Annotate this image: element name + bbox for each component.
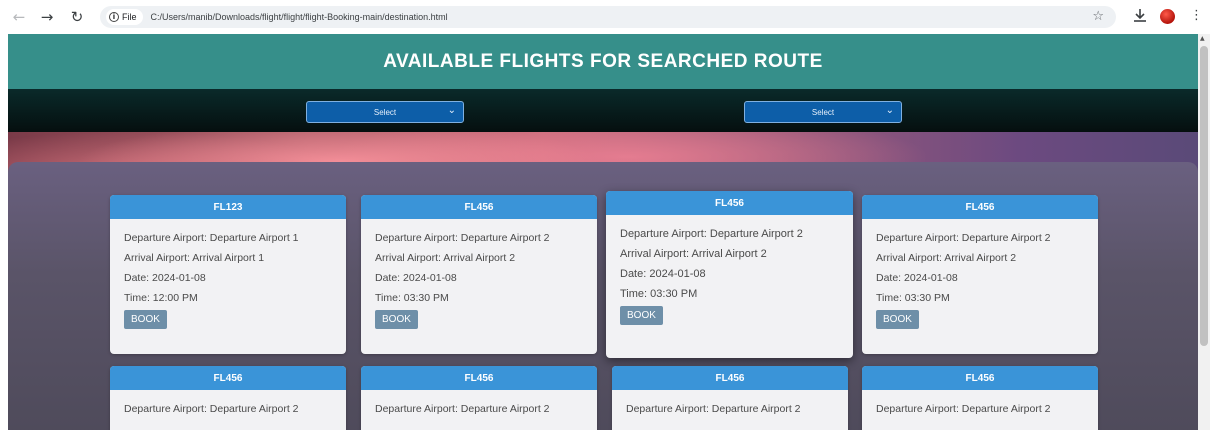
- flight-date: Date: 2024-01-08: [124, 272, 206, 284]
- flight-code: FL456: [862, 195, 1098, 219]
- flight-code: FL456: [862, 366, 1098, 390]
- flight-code: FL456: [606, 191, 853, 215]
- flight-card: FL456 Departure Airport: Departure Airpo…: [110, 366, 346, 430]
- flight-card: FL456 Departure Airport: Departure Airpo…: [361, 366, 597, 430]
- chevron-down-icon: ⌄: [447, 105, 456, 116]
- flight-code: FL456: [361, 195, 597, 219]
- kebab-menu-icon[interactable]: ⋮: [1190, 8, 1203, 23]
- departure-airport: Departure Airport: Departure Airport 2: [375, 403, 550, 415]
- forward-arrow-icon[interactable]: →: [36, 6, 58, 28]
- chevron-down-icon: ⌄: [885, 105, 894, 116]
- profile-icon[interactable]: [1160, 9, 1175, 24]
- flight-date: Date: 2024-01-08: [876, 272, 958, 284]
- back-arrow-icon[interactable]: ←: [8, 6, 30, 28]
- browser-toolbar: ← → ↻ i File C:/Users/manib/Downloads/fl…: [0, 0, 1210, 34]
- departure-airport: Departure Airport: Departure Airport 2: [375, 232, 550, 244]
- from-select[interactable]: Select ⌄: [306, 101, 464, 123]
- departure-airport: Departure Airport: Departure Airport 2: [876, 232, 1051, 244]
- book-button[interactable]: BOOK: [620, 306, 663, 325]
- departure-airport: Departure Airport: Departure Airport 2: [876, 403, 1051, 415]
- flight-card: FL456 Departure Airport: Departure Airpo…: [612, 366, 848, 430]
- flight-date: Date: 2024-01-08: [620, 268, 706, 280]
- flight-card: FL456 Departure Airport: Departure Airpo…: [606, 191, 853, 358]
- departure-airport: Departure Airport: Departure Airport 2: [626, 403, 801, 415]
- info-icon: i: [109, 12, 119, 22]
- scroll-thumb[interactable]: [1200, 46, 1208, 346]
- arrival-airport: Arrival Airport: Arrival Airport 1: [124, 252, 265, 264]
- scroll-up-arrow-icon[interactable]: ▲: [1200, 35, 1205, 42]
- departure-airport: Departure Airport: Departure Airport 2: [620, 228, 803, 240]
- to-select[interactable]: Select ⌄: [744, 101, 902, 123]
- flight-code: FL123: [110, 195, 346, 219]
- arrival-airport: Arrival Airport: Arrival Airport 2: [620, 248, 767, 260]
- page-viewport: AVAILABLE FLIGHTS FOR SEARCHED ROUTE Sel…: [8, 34, 1198, 430]
- book-button[interactable]: BOOK: [876, 310, 919, 329]
- site-chip-label: File: [122, 12, 137, 22]
- flight-code: FL456: [612, 366, 848, 390]
- departure-airport: Departure Airport: Departure Airport 2: [124, 403, 299, 415]
- flight-card: FL456 Departure Airport: Departure Airpo…: [361, 195, 597, 354]
- reload-icon[interactable]: ↻: [66, 6, 88, 28]
- page-title: AVAILABLE FLIGHTS FOR SEARCHED ROUTE: [383, 50, 823, 72]
- star-icon[interactable]: ☆: [1092, 9, 1104, 24]
- flight-card: FL456 Departure Airport: Departure Airpo…: [862, 366, 1098, 430]
- book-button[interactable]: BOOK: [124, 310, 167, 329]
- flight-card: FL123 Departure Airport: Departure Airpo…: [110, 195, 346, 354]
- from-select-value: Select: [373, 107, 397, 117]
- download-icon[interactable]: [1133, 8, 1147, 24]
- departure-airport: Departure Airport: Departure Airport 1: [124, 232, 299, 244]
- page-header: AVAILABLE FLIGHTS FOR SEARCHED ROUTE: [8, 34, 1198, 89]
- flight-time: Time: 03:30 PM: [876, 292, 950, 304]
- flight-card: FL456 Departure Airport: Departure Airpo…: [862, 195, 1098, 354]
- flight-time: Time: 03:30 PM: [375, 292, 449, 304]
- arrival-airport: Arrival Airport: Arrival Airport 2: [876, 252, 1017, 264]
- flight-code: FL456: [361, 366, 597, 390]
- flight-time: Time: 12:00 PM: [124, 292, 198, 304]
- arrival-airport: Arrival Airport: Arrival Airport 2: [375, 252, 516, 264]
- filter-bar: Select ⌄ Select ⌄: [8, 89, 1198, 132]
- book-button[interactable]: BOOK: [375, 310, 418, 329]
- flight-date: Date: 2024-01-08: [375, 272, 457, 284]
- to-select-value: Select: [811, 107, 835, 117]
- page-scrollbar[interactable]: ▲: [1198, 34, 1210, 430]
- flight-time: Time: 03:30 PM: [620, 288, 698, 300]
- site-info-chip[interactable]: i File: [106, 9, 143, 25]
- url-text[interactable]: C:/Users/manib/Downloads/flight/flight/f…: [151, 12, 448, 22]
- flight-code: FL456: [110, 366, 346, 390]
- address-bar[interactable]: i File C:/Users/manib/Downloads/flight/f…: [100, 6, 1116, 28]
